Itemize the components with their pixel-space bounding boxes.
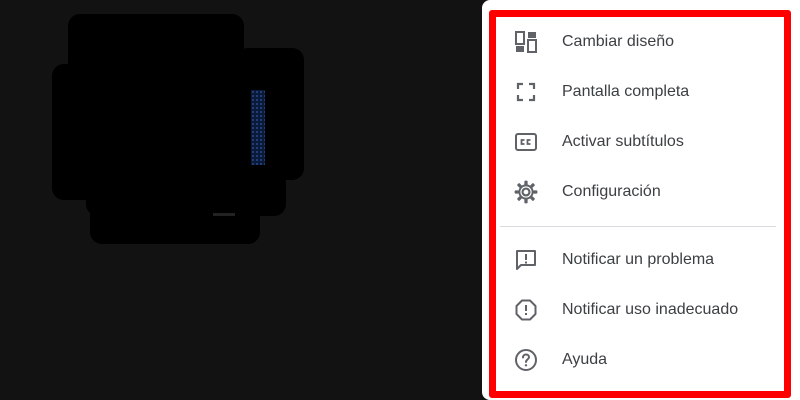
menu-item-help[interactable]: Ayuda [500, 336, 776, 384]
fullscreen-icon [513, 79, 539, 105]
report-abuse-icon [513, 297, 539, 323]
participant-video [251, 90, 265, 165]
closed-captions-icon [513, 129, 539, 155]
menu-item-change-layout[interactable]: Cambiar diseño [500, 18, 776, 66]
menu-item-label: Activar subtítulos [562, 133, 684, 150]
redaction-block [236, 48, 304, 180]
help-icon [513, 347, 539, 373]
layout-icon [513, 29, 539, 55]
menu-item-report-abuse[interactable]: Notificar uso inadecuado [500, 286, 776, 334]
menu-item-label: Notificar uso inadecuado [562, 301, 739, 318]
report-problem-icon [513, 247, 539, 273]
gear-icon [513, 179, 539, 205]
menu-item-label: Pantalla completa [562, 83, 690, 100]
redaction-block [90, 200, 260, 244]
menu-item-captions[interactable]: Activar subtítulos [500, 118, 776, 166]
menu-item-label: Ayuda [562, 351, 608, 368]
meeting-stage: Cambiar diseño Pantalla completa Activar… [0, 0, 800, 400]
menu-item-label: Configuración [562, 183, 661, 200]
menu-divider [500, 226, 776, 227]
menu-item-report-problem[interactable]: Notificar un problema [500, 236, 776, 284]
divider [213, 213, 235, 216]
menu-item-settings[interactable]: Configuración [500, 168, 776, 216]
menu-item-label: Notificar un problema [562, 251, 715, 268]
menu-item-label: Cambiar diseño [562, 33, 675, 50]
menu-item-fullscreen[interactable]: Pantalla completa [500, 68, 776, 116]
